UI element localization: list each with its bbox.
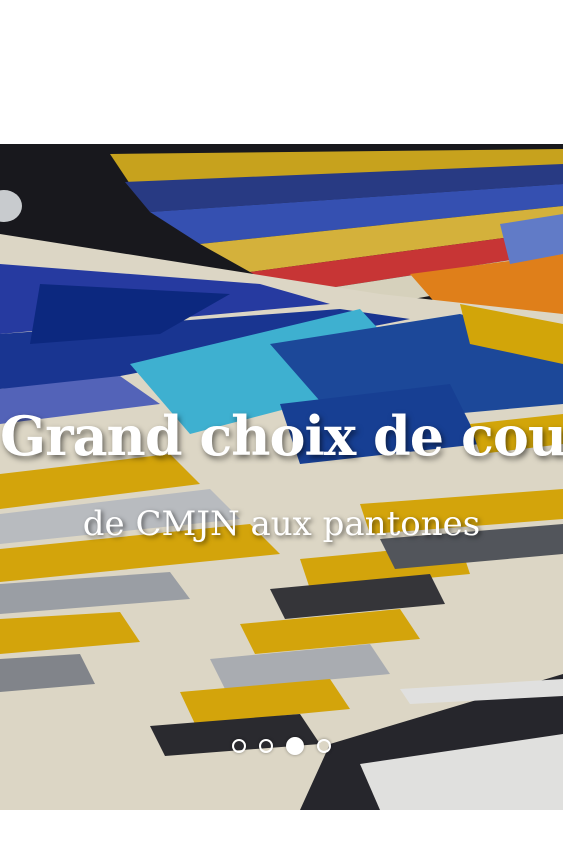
hero-slider[interactable]: Grand choix de couleurs de CMJN aux pant… (0, 144, 563, 810)
page: Grand choix de couleurs de CMJN aux pant… (0, 0, 563, 844)
slider-dot-2[interactable] (259, 739, 273, 753)
slider-dot-3-active[interactable] (286, 737, 304, 755)
slider-dot-1[interactable] (232, 739, 246, 753)
slider-dot-4[interactable] (317, 739, 331, 753)
slide-image (0, 144, 563, 810)
slide-headline-text: Grand choix de couleurs (0, 404, 563, 468)
slide-subheadline: de CMJN aux pantones (82, 504, 481, 544)
slide-headline: Grand choix de couleurs (0, 398, 563, 474)
slider-pagination (0, 734, 563, 758)
